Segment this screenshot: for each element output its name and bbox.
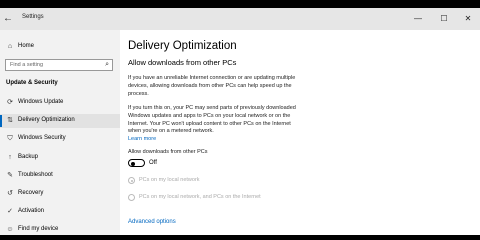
- search-placeholder: Find a setting: [10, 62, 44, 68]
- recovery-icon: ↺: [7, 190, 13, 197]
- sidebar: ⌂ Home Find a setting ⌕ Update & Securit…: [0, 30, 120, 235]
- search-input[interactable]: Find a setting ⌕: [5, 59, 113, 71]
- sidebar-item-find-my-device[interactable]: ☺ Find my device: [0, 223, 120, 235]
- sidebar-item-label: Backup: [18, 154, 39, 160]
- sidebar-item-label: Home: [18, 43, 35, 49]
- page-title: Delivery Optimization: [128, 40, 237, 52]
- search-icon[interactable]: ⌕: [105, 61, 109, 69]
- refresh-icon: ⟳: [7, 99, 13, 106]
- person-location-icon: ☺: [6, 226, 14, 233]
- radio-local-network[interactable]: PCs on my local network: [128, 176, 348, 186]
- radio-button[interactable]: [128, 194, 135, 201]
- toggle-knob: [131, 161, 135, 166]
- back-arrow-icon[interactable]: ←: [2, 12, 14, 26]
- shield-icon: ⛉: [7, 135, 13, 142]
- section-subtitle: Allow downloads from other PCs: [128, 58, 237, 67]
- sidebar-item-windows-security[interactable]: ⛉ Windows Security: [0, 132, 120, 146]
- settings-window: ← Settings — ☐ ✕ ⌂ Home Find a setting ⌕…: [0, 8, 480, 235]
- sidebar-item-home[interactable]: ⌂ Home: [6, 42, 116, 54]
- wrench-icon: ✎: [7, 172, 13, 179]
- sidebar-item-label: Windows Update: [18, 99, 64, 105]
- minimize-button[interactable]: —: [412, 12, 424, 26]
- window-title: Settings: [22, 14, 44, 20]
- toggle-label: Allow downloads from other PCs: [128, 149, 208, 155]
- sidebar-item-label: Activation: [18, 208, 45, 214]
- delivery-icon: ⇅: [7, 117, 13, 124]
- description-paragraph-2: If you turn this on, your PC may send pa…: [128, 105, 298, 144]
- upload-icon: ↑: [8, 154, 12, 161]
- sidebar-item-troubleshoot[interactable]: ✎ Troubleshoot: [0, 169, 120, 183]
- learn-more-link[interactable]: Learn more: [128, 136, 156, 142]
- title-bar: ← Settings — ☐ ✕: [0, 8, 480, 30]
- radio-label: PCs on my local network: [139, 177, 200, 183]
- sidebar-item-activation[interactable]: ✓ Activation: [0, 205, 120, 219]
- maximize-button[interactable]: ☐: [438, 12, 450, 26]
- sidebar-item-delivery-optimization[interactable]: ⇅ Delivery Optimization: [0, 114, 120, 128]
- sidebar-item-label: Windows Security: [18, 135, 66, 141]
- home-icon: ⌂: [7, 43, 13, 50]
- radio-button[interactable]: [128, 177, 135, 184]
- toggle-state-label: Off: [149, 160, 157, 166]
- check-circle-icon: ✓: [7, 208, 13, 215]
- advanced-options-link[interactable]: Advanced options: [128, 219, 176, 225]
- close-button[interactable]: ✕: [462, 12, 474, 26]
- sidebar-item-windows-update[interactable]: ⟳ Windows Update: [0, 96, 120, 110]
- description-text: If you turn this on, your PC may send pa…: [128, 105, 296, 135]
- sidebar-item-label: Recovery: [18, 190, 44, 196]
- sidebar-item-label: Troubleshoot: [18, 172, 53, 178]
- sidebar-item-label: Delivery Optimization: [18, 117, 75, 123]
- radio-local-and-internet[interactable]: PCs on my local network, and PCs on the …: [128, 193, 348, 203]
- section-title: Update & Security: [6, 80, 58, 86]
- sidebar-item-backup[interactable]: ↑ Backup: [0, 151, 120, 165]
- allow-downloads-toggle[interactable]: [128, 159, 145, 167]
- sidebar-item-label: Find my device: [18, 226, 59, 232]
- radio-label: PCs on my local network, and PCs on the …: [139, 194, 261, 200]
- sidebar-item-recovery[interactable]: ↺ Recovery: [0, 187, 120, 201]
- description-paragraph-1: If you have an unreliable Internet conne…: [128, 75, 296, 97]
